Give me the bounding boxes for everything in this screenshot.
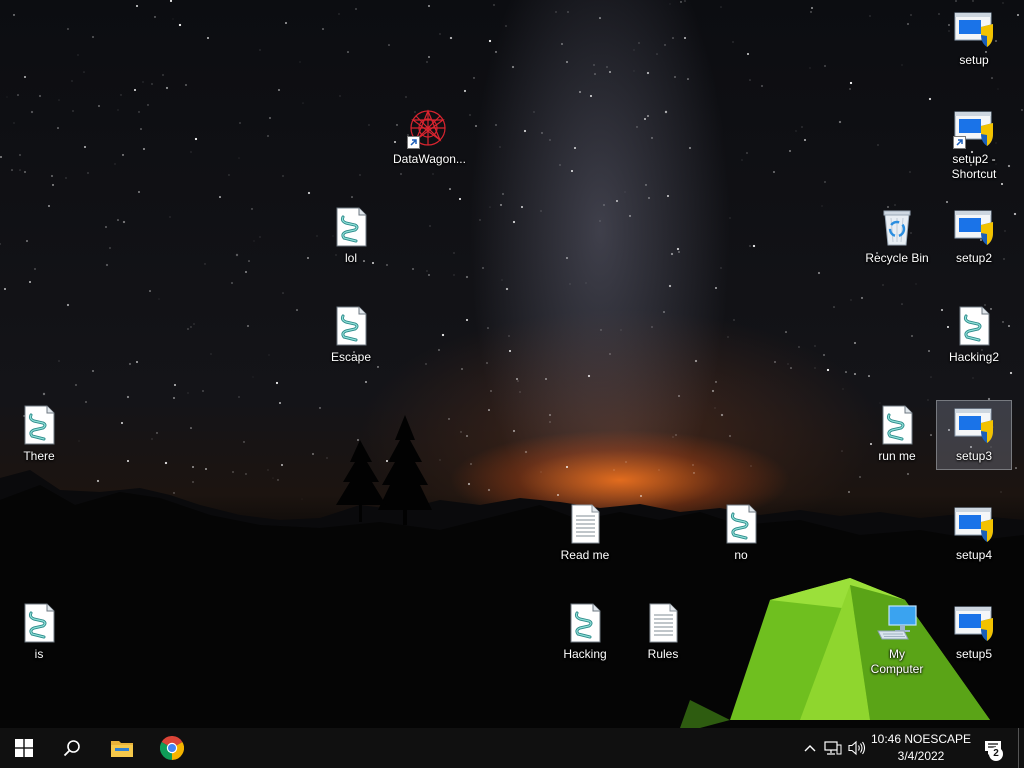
icon-label: Recycle Bin [865,251,929,265]
script-file-icon [875,403,919,447]
icon-label: setup2 [955,251,993,265]
lol-script-icon[interactable]: lol [314,203,388,266]
icon-label: Hacking [563,647,607,661]
notification-count-badge: 2 [989,747,1003,761]
windows-logo-icon [15,739,33,757]
setup3-installer-icon[interactable]: setup3 [936,400,1012,470]
network-icon [824,741,842,755]
installer-shield-icon [952,106,996,150]
desktop[interactable]: DataWagon... lol Escape There is Read me… [0,0,1024,728]
file-explorer-taskbar-button[interactable] [98,728,146,768]
icon-label: Hacking2 [948,350,1000,364]
shortcut-arrow-icon [407,136,420,149]
my-computer-desktop-icon[interactable]: My Computer [860,599,934,677]
volume-tray-button[interactable] [847,738,867,758]
hacking-script-icon[interactable]: Hacking [548,599,622,662]
icon-label: setup [959,53,989,67]
icon-label: My Computer [870,647,924,676]
icon-label: Escape [330,350,372,364]
run-me-script-icon[interactable]: run me [860,401,934,464]
folder-icon [111,741,133,757]
network-tray-button[interactable] [823,738,843,758]
there-script-icon[interactable]: There [2,401,76,464]
icon-label: setup4 [955,548,993,562]
recycle-bin-icon [875,205,919,249]
icon-label: lol [344,251,357,265]
icon-label: setup5 [955,647,993,661]
computer-icon [875,601,919,645]
hacking2-script-icon[interactable]: Hacking2 [937,302,1011,365]
installer-shield-icon [952,601,996,645]
start-button[interactable] [0,728,48,768]
script-file-icon [329,205,373,249]
script-file-icon [17,403,61,447]
setup2-shortcut-icon[interactable]: setup2 - Shortcut [937,104,1011,182]
installer-shield-icon [952,403,996,447]
read-me-text-icon[interactable]: Read me [548,500,622,563]
text-file-icon [563,502,607,546]
setup4-installer-icon[interactable]: setup4 [937,500,1011,563]
script-file-icon [719,502,763,546]
installer-shield-icon [952,205,996,249]
chevron-up-icon [804,745,816,752]
recycle-bin-desktop-icon[interactable]: Recycle Bin [860,203,934,266]
shortcut-arrow-icon [953,136,966,149]
icon-label: setup2 - Shortcut [951,152,997,181]
rules-text-icon[interactable]: Rules [626,599,700,662]
search-icon [63,740,80,757]
setup2-installer-icon[interactable]: setup2 [937,203,1011,266]
script-file-icon [17,601,61,645]
icon-label: Rules [647,647,679,661]
script-file-icon [952,304,996,348]
icon-label: run me [878,449,916,463]
show-desktop-button[interactable] [1018,728,1019,768]
icon-label: setup3 [955,449,993,463]
taskbar: 10:46 NOESCAPE 3/4/2022 2 [0,728,1024,768]
script-file-icon [563,601,607,645]
chrome-icon [160,736,184,760]
taskbar-clock[interactable]: 10:46 NOESCAPE 3/4/2022 [868,731,974,765]
text-file-icon [641,601,685,645]
icon-label: There [23,449,55,463]
search-button[interactable] [48,728,96,768]
script-file-icon [329,304,373,348]
installer-shield-icon [952,502,996,546]
show-hidden-icons-button[interactable] [800,738,820,758]
clock-time: 10:46 NOESCAPE [870,732,972,746]
no-script-icon[interactable]: no [704,500,778,563]
setup-installer-icon[interactable]: setup [937,5,1011,68]
speaker-icon [848,740,866,756]
clock-date: 3/4/2022 [897,749,945,763]
icon-label: no [734,548,748,562]
icon-label: is [34,647,44,661]
setup5-installer-icon[interactable]: setup5 [937,599,1011,662]
datawagon-app-icon [406,106,450,150]
escape-script-icon[interactable]: Escape [314,302,388,365]
datawagon-shortcut-icon[interactable]: DataWagon... [391,104,466,167]
installer-shield-icon [952,7,996,51]
icon-label: Read me [560,548,610,562]
icon-label: DataWagon... [393,152,466,166]
is-script-icon[interactable]: is [2,599,76,662]
chrome-taskbar-button[interactable] [148,728,196,768]
